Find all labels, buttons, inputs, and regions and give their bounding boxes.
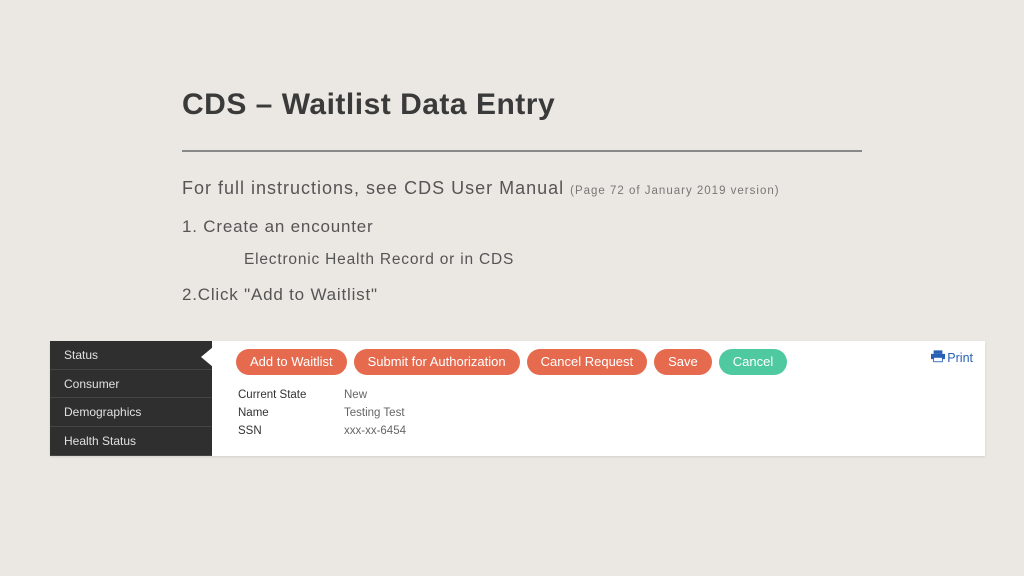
detail-row-current-state: Current State New [238,386,973,404]
sidebar: Status Consumer Demographics Health Stat… [50,341,212,456]
printer-icon [931,350,945,366]
step-1-sub: Electronic Health Record or in CDS [244,251,1024,269]
details-section: Current State New Name Testing Test SSN … [238,386,973,440]
sidebar-item-status[interactable]: Status [50,341,212,370]
detail-value: Testing Test [344,404,405,422]
add-to-waitlist-button[interactable]: Add to Waitlist [236,349,347,375]
instruction-main: For full instructions, see CDS User Manu… [182,178,570,198]
slide-title: CDS – Waitlist Data Entry [182,88,1024,122]
sidebar-item-health-status[interactable]: Health Status [50,427,212,456]
step-2: 2.Click "Add to Waitlist" [182,285,1024,305]
detail-label: Name [238,404,344,422]
main-panel: Add to Waitlist Submit for Authorization… [212,341,985,456]
cancel-button[interactable]: Cancel [719,349,787,375]
save-button[interactable]: Save [654,349,712,375]
sidebar-item-consumer[interactable]: Consumer [50,370,212,399]
detail-value: New [344,386,367,404]
detail-label: SSN [238,422,344,440]
step-1: 1. Create an encounter [182,217,1024,237]
detail-row-ssn: SSN xxx-xx-6454 [238,422,973,440]
button-row: Add to Waitlist Submit for Authorization… [236,349,973,375]
submit-for-authorization-button[interactable]: Submit for Authorization [354,349,520,375]
app-screenshot-panel: Status Consumer Demographics Health Stat… [50,341,985,456]
detail-label: Current State [238,386,344,404]
instruction-note: (Page 72 of January 2019 version) [570,185,779,197]
sidebar-item-demographics[interactable]: Demographics [50,398,212,427]
detail-value: xxx-xx-6454 [344,422,406,440]
instruction-line: For full instructions, see CDS User Manu… [182,178,1024,199]
detail-row-name: Name Testing Test [238,404,973,422]
print-label: Print [947,351,973,365]
print-link[interactable]: Print [931,350,973,366]
cancel-request-button[interactable]: Cancel Request [527,349,648,375]
divider [182,150,862,152]
